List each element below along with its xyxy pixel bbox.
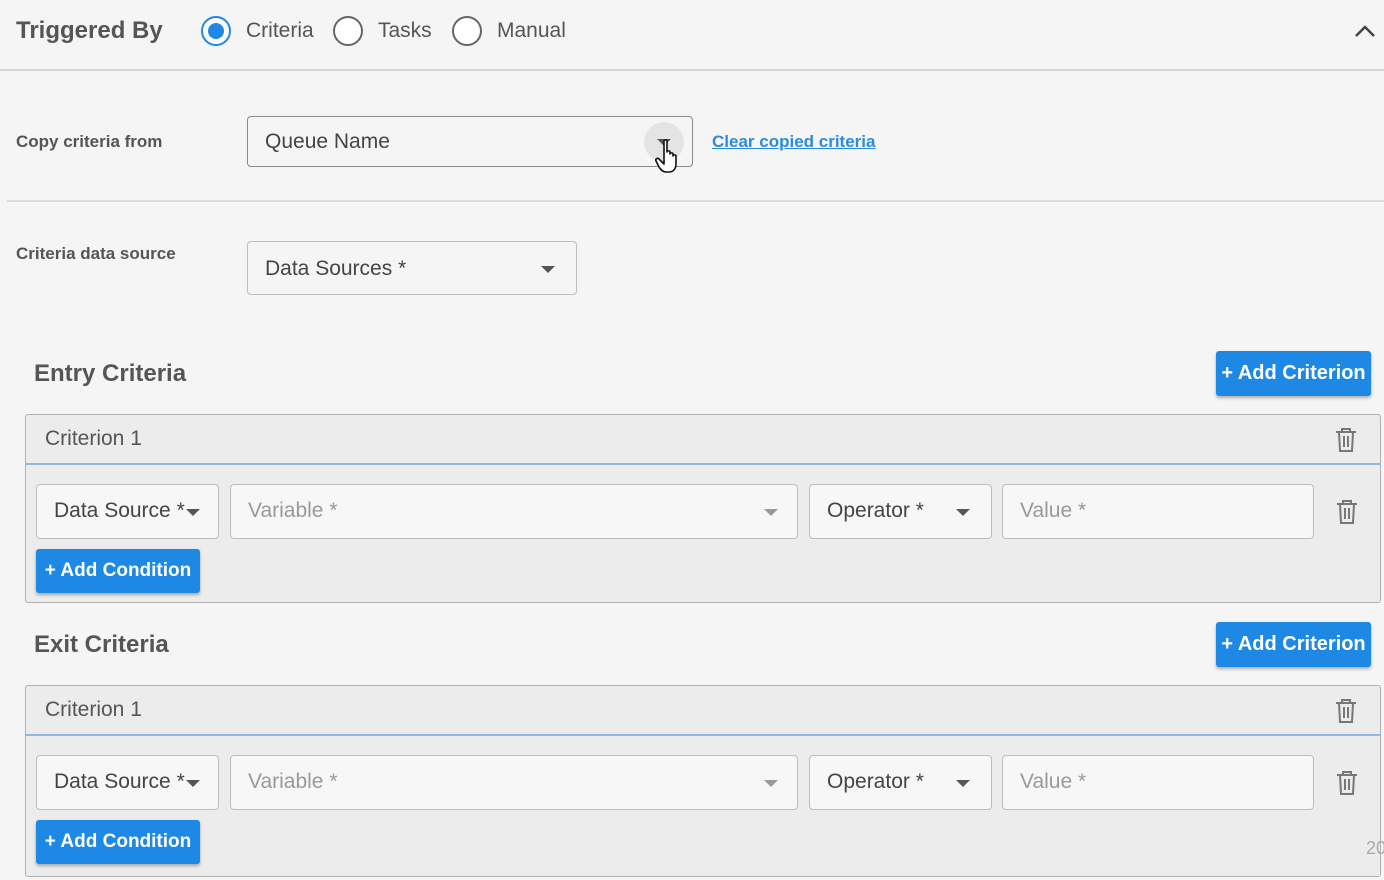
caret-down-icon [956,509,970,516]
data-source-dropdown[interactable]: Data Source * [36,484,219,539]
add-exit-condition-button[interactable]: + Add Condition [36,820,200,864]
data-source-dropdown[interactable]: Data Source * [36,755,219,810]
add-exit-criterion-button[interactable]: + Add Criterion [1216,622,1371,667]
criterion-header: Criterion 1 [26,415,1380,465]
value-placeholder: Value * [1020,499,1087,522]
variable-dropdown[interactable]: Variable * [230,484,798,539]
data-source-label: Data Source * [54,770,185,793]
chevron-up-icon[interactable] [1352,20,1378,42]
value-placeholder: Value * [1020,770,1087,793]
radio-unchecked-icon[interactable] [452,16,482,46]
variable-placeholder: Variable * [248,770,338,793]
operator-label: Operator * [827,499,924,522]
radio-unchecked-icon[interactable] [333,16,363,46]
caret-down-icon [764,780,778,787]
entry-criterion-card: Criterion 1 Data Source * Variable * Ope… [25,414,1381,603]
data-sources-value: Data Sources * [265,257,407,280]
radio-manual-label: Manual [497,19,566,42]
caret-down-icon [764,509,778,516]
criterion-header: Criterion 1 [26,686,1380,736]
radio-checked-icon[interactable] [201,16,231,46]
value-input[interactable]: Value * [1002,484,1314,539]
criterion-title: Criterion 1 [45,427,142,450]
criteria-data-source-label: Criteria data source [16,244,176,263]
entry-criteria-title: Entry Criteria [34,360,187,387]
data-sources-select[interactable]: Data Sources * [247,241,577,295]
hand-cursor-icon [654,139,677,173]
clear-copied-criteria-link[interactable]: Clear copied criteria [712,132,875,152]
page-number: 20 [1366,838,1384,858]
radio-manual[interactable]: Manual [452,16,566,46]
variable-dropdown[interactable]: Variable * [230,755,798,810]
variable-placeholder: Variable * [248,499,338,522]
value-input[interactable]: Value * [1002,755,1314,810]
exit-criterion-card: Criterion 1 Data Source * Variable * Ope… [25,685,1381,877]
radio-criteria[interactable]: Criteria [201,16,314,46]
trash-icon[interactable] [1335,499,1359,525]
data-source-label: Data Source * [54,499,185,522]
triggered-by-header: Triggered By Criteria Tasks Manual [0,0,1384,71]
trash-icon[interactable] [1334,427,1358,453]
operator-dropdown[interactable]: Operator * [809,484,992,539]
caret-down-icon [186,780,200,787]
caret-down-icon [541,266,555,273]
trash-icon[interactable] [1334,698,1358,724]
queue-name-value: Queue Name [265,130,390,153]
radio-tasks-label: Tasks [378,19,432,42]
exit-criteria-title: Exit Criteria [34,631,169,658]
copy-criteria-label: Copy criteria from [16,132,163,151]
operator-label: Operator * [827,770,924,793]
queue-name-select[interactable]: Queue Name [247,116,693,167]
operator-dropdown[interactable]: Operator * [809,755,992,810]
trash-icon[interactable] [1335,770,1359,796]
caret-down-icon [956,780,970,787]
criterion-title: Criterion 1 [45,698,142,721]
radio-criteria-label: Criteria [246,19,314,42]
triggered-by-title: Triggered By [16,17,163,44]
add-entry-criterion-button[interactable]: + Add Criterion [1216,351,1371,396]
caret-down-icon [186,509,200,516]
radio-tasks[interactable]: Tasks [333,16,432,46]
add-entry-condition-button[interactable]: + Add Condition [36,549,200,593]
divider [7,200,1384,202]
